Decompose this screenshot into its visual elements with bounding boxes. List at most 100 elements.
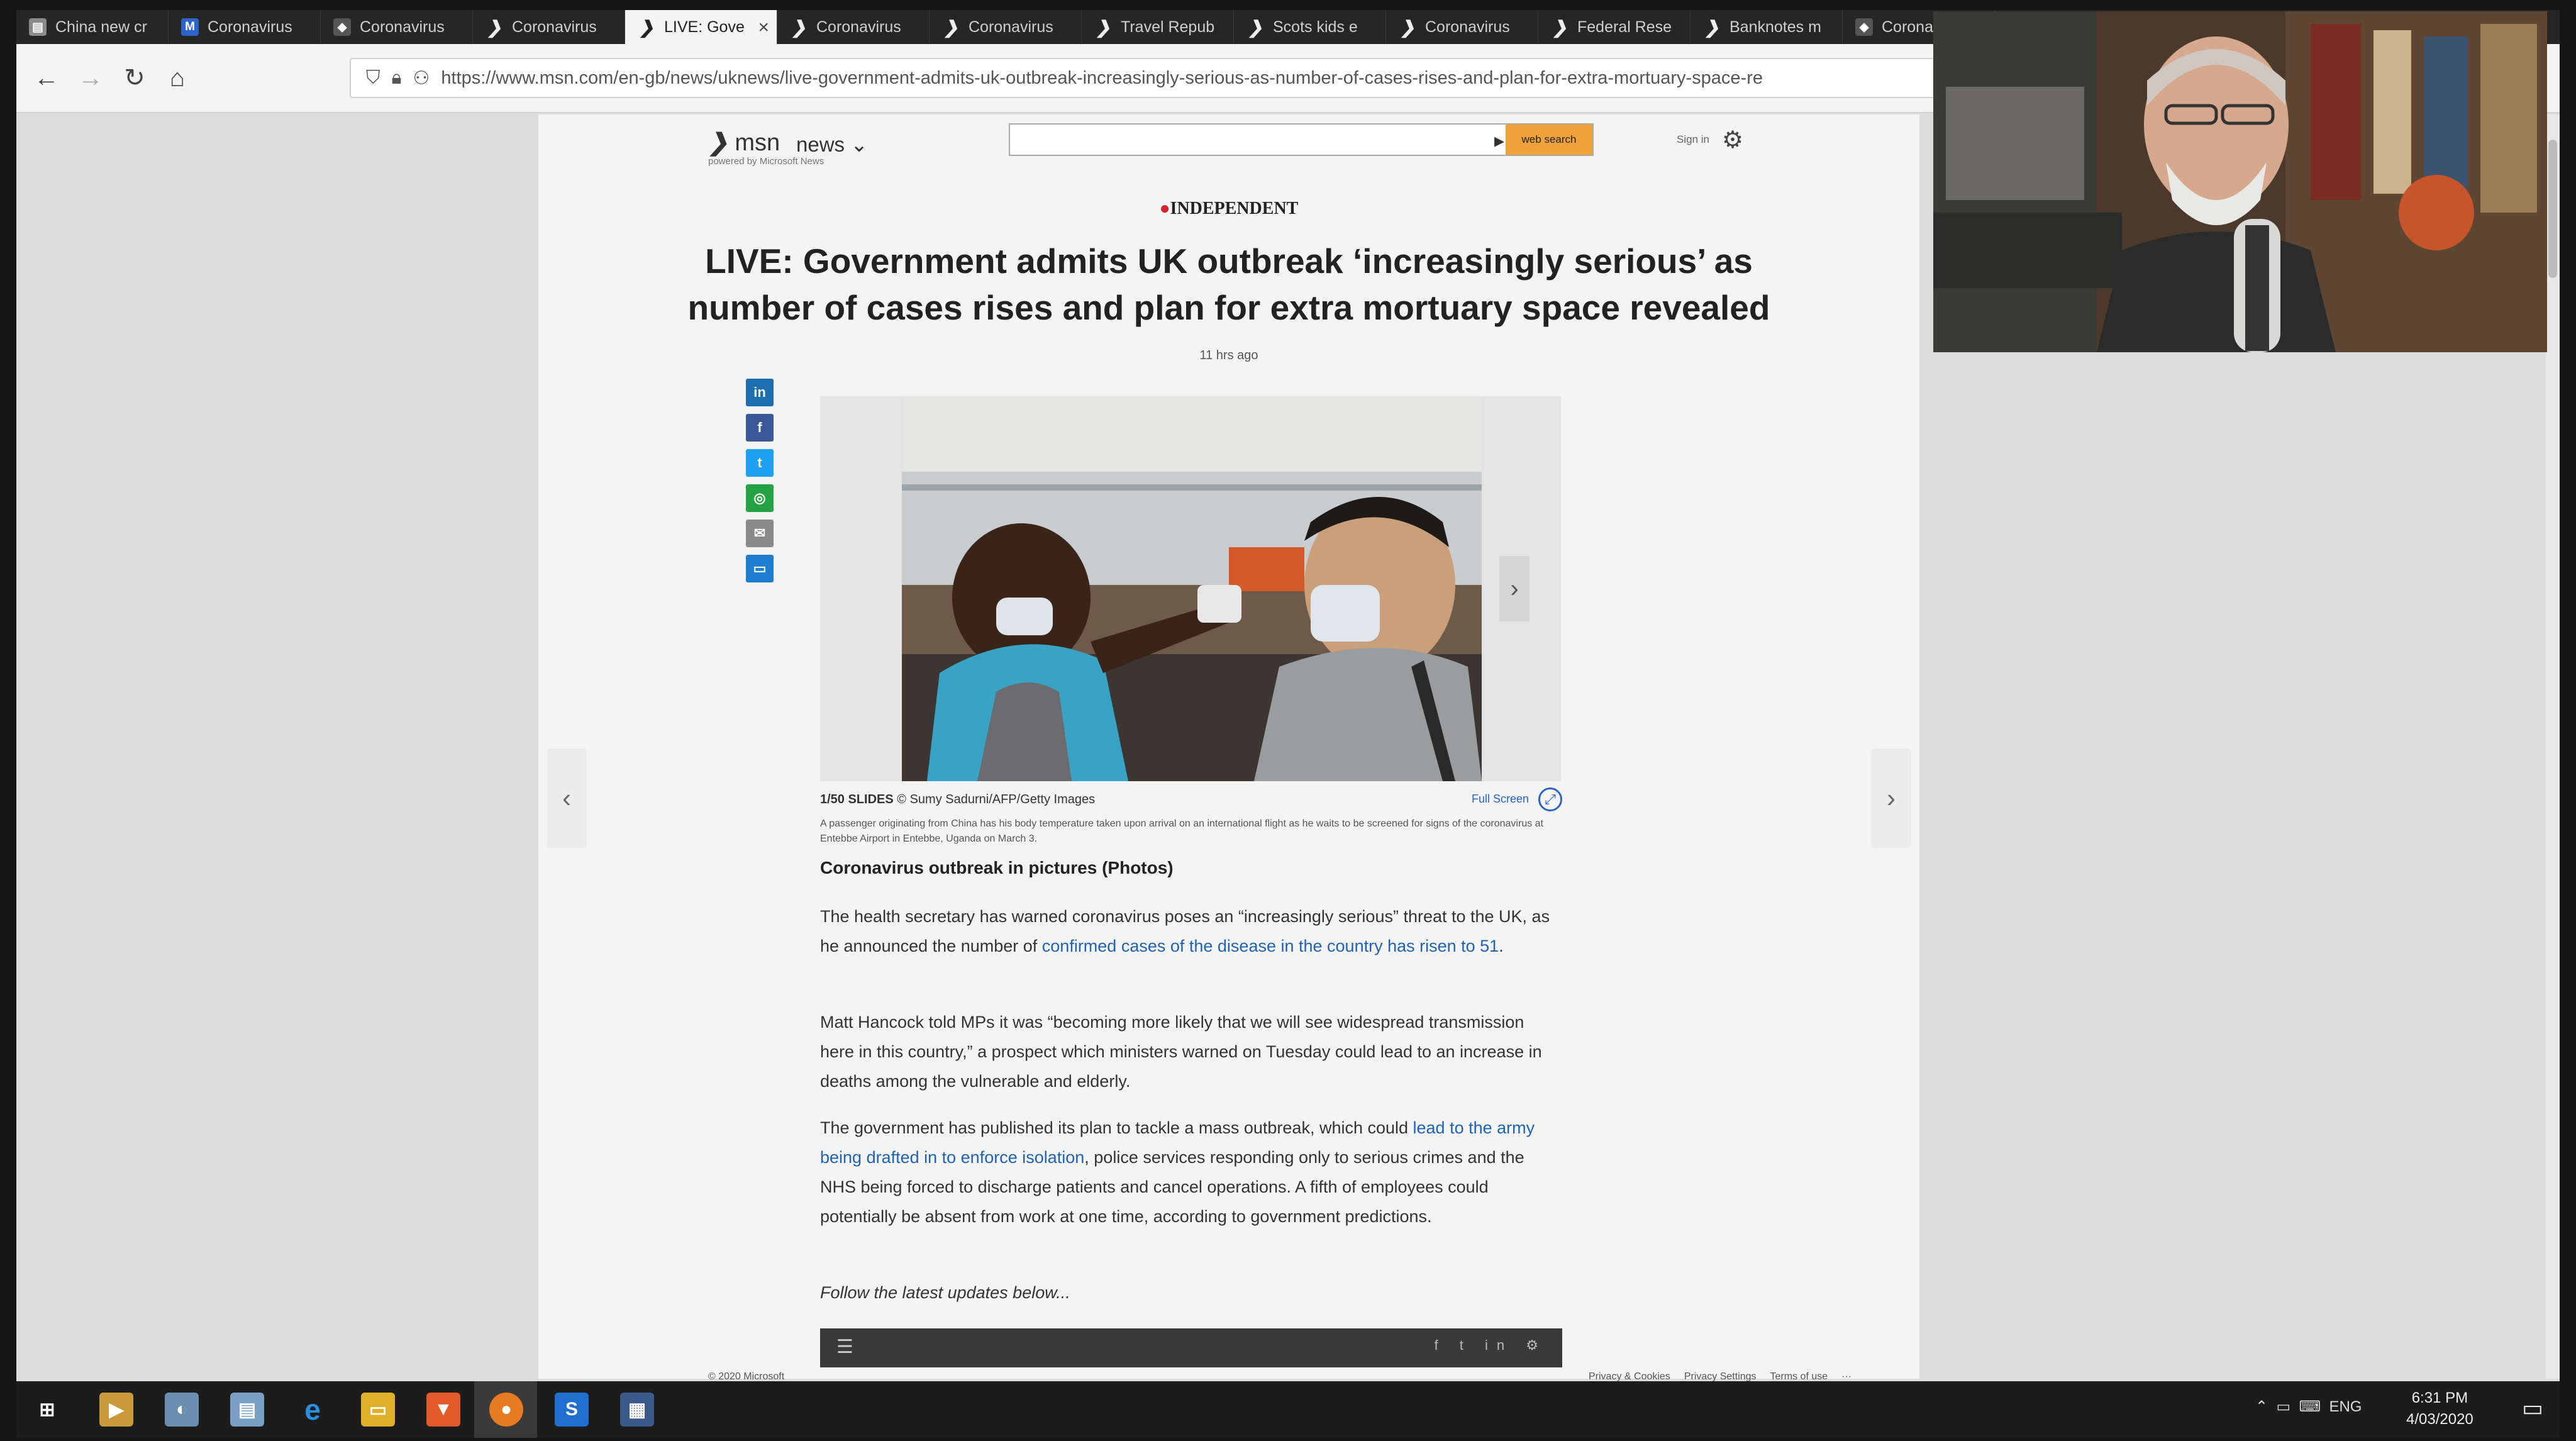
skype-icon[interactable]: S [555,1393,589,1427]
tray-chevron-icon[interactable]: ⌃ [2255,1398,2268,1415]
slide-counter: 1/50 SLIDES © Sumy Sadurni/AFP/Getty Ima… [820,793,1095,807]
menu-icon[interactable]: ☰ [836,1336,853,1358]
browser-tab[interactable]: ▤ China new cr [16,10,169,44]
copyright: © 2020 Microsoft [708,1371,785,1381]
footer-link[interactable]: ··· [1841,1371,1852,1381]
system-tray[interactable]: ⌃ ▭ ⌨ ENG [2255,1398,2362,1416]
msn-icon: ❯ [943,17,958,37]
footer-links: Privacy & Cookies Privacy Settings Terms o… [1589,1371,1865,1381]
tab-label: Coronavirus [969,18,1053,36]
tab-label: Coronav [1882,18,1941,36]
slide-next-button[interactable]: › [1499,556,1530,621]
firefox-icon[interactable]: ● [489,1393,523,1427]
tab-label: Coronavirus [1425,18,1510,36]
next-article-button[interactable]: › [1873,750,1909,847]
browser-tab[interactable]: ❯ Coronavirus [777,10,930,44]
source-logo[interactable]: ●INDEPENDENT [538,199,1919,219]
msn-logo[interactable]: ❯ msn [708,128,780,157]
msn-search-input[interactable]: ▸ web search [1009,123,1594,156]
footer-link[interactable]: Privacy Settings [1684,1371,1757,1381]
file-explorer-icon[interactable]: ▭ [361,1393,395,1427]
scroll-thumb[interactable] [2548,140,2557,278]
address-bar[interactable]: ⛉ 🔒︎ ⚇ https://www.msn.com/en-gb/news/uk… [350,58,1953,98]
brave-icon[interactable]: ▼ [426,1393,460,1427]
clock-time: 6:31 PM [2411,1389,2468,1406]
live-share-icons[interactable]: f t in ⚙ [1435,1337,1547,1354]
previous-article-button[interactable]: ‹ [548,750,585,847]
twitter-icon[interactable]: t [746,449,774,477]
browser-tab[interactable]: ❯ Federal Rese [1538,10,1690,44]
web-search-button[interactable]: web search [1506,125,1592,155]
browser-tab[interactable]: ❯ Coronavirus [930,10,1082,44]
m-icon: M [181,18,199,36]
news-menu-label: news [796,133,845,156]
browser-tab[interactable]: ❯ Coronavirus [1386,10,1538,44]
language-indicator[interactable]: ENG [2329,1398,2362,1415]
clock[interactable]: 6:31 PM 4/03/2020 [2406,1388,2473,1430]
document-icon: ▤ [29,18,47,36]
back-button[interactable]: ← [29,60,64,96]
notification-icon[interactable]: ▭ [2522,1395,2543,1422]
facebook-icon[interactable]: f [746,414,774,442]
footer-link[interactable]: Terms of use [1770,1371,1828,1381]
expand-icon[interactable]: ⤢ [1538,787,1562,811]
gear-icon[interactable]: ⚙ [1722,126,1743,154]
source-name: INDEPENDENT [1170,199,1299,218]
browser-tab[interactable]: ❯ Coronavirus [473,10,625,44]
page-scrollbar[interactable] [2546,114,2560,1379]
photo-credit: © Sumy Sadurni/AFP/Getty Images [897,793,1096,806]
msn-icon: ❯ [1704,17,1719,37]
msn-icon: ❯ [487,17,502,37]
windows-start-icon[interactable]: ⊞ [30,1393,64,1427]
lock-icon[interactable]: 🔒︎ [392,67,402,89]
slideshow-title[interactable]: Coronavirus outbreak in pictures (Photos… [820,858,1174,878]
browser-tab[interactable]: ◆ Coronavirus [321,10,473,44]
close-icon[interactable]: × [758,17,769,38]
tab-label: LIVE: Gove [664,18,745,36]
whatsapp-icon[interactable]: ◎ [746,484,774,512]
task-manager-icon[interactable]: ▦ [620,1393,654,1427]
article-timestamp: 11 hrs ago [1199,348,1258,362]
fullscreen-link[interactable]: Full Screen [1472,793,1529,806]
network-app-icon[interactable]: ◐ [165,1393,199,1427]
network-icon[interactable]: ▭ [2276,1398,2290,1415]
tab-label: Coronavirus [360,18,445,36]
comments-icon[interactable]: ▭ [746,555,774,582]
msn-icon: ❯ [1248,17,1263,37]
footer-link[interactable]: Privacy & Cookies [1589,1371,1670,1381]
browser-tab[interactable]: ❯ LIVE: Gove × [625,10,777,44]
browser-tab[interactable]: M Coronavirus [169,10,321,44]
browser-tab[interactable]: ❯ Travel Repub [1082,10,1234,44]
permissions-icon[interactable]: ⚇ [413,67,430,89]
reload-button[interactable]: ↻ [117,60,152,96]
linkedin-icon[interactable]: in [746,379,774,406]
tab-label: Federal Rese [1577,18,1672,36]
tab-label: Scots kids e [1273,18,1358,36]
email-icon[interactable]: ✉ [746,520,774,547]
browser-tab[interactable]: ❯ Scots kids e [1234,10,1386,44]
article-paragraph-1: The health secretary has warned coronavi… [820,902,1562,961]
news-menu[interactable]: news ⌄ [796,132,868,157]
slide-caption: A passenger originating from China has h… [820,818,1543,844]
slide-count: 1/50 SLIDES [820,793,894,806]
photo-slideshow[interactable]: › [820,396,1561,781]
url-text: https://www.msn.com/en-gb/news/uknews/li… [441,67,1763,88]
keyboard-icon[interactable]: ⌨ [2299,1398,2321,1415]
slide-photo[interactable] [902,396,1482,781]
edge-icon[interactable]: e [296,1393,330,1427]
bing-icon: ▸ [1494,129,1504,152]
msn-icon: ❯ [1096,17,1111,37]
browser-tab[interactable]: ❯ Banknotes m [1690,10,1843,44]
sign-in-link[interactable]: Sign in [1677,133,1709,146]
forward-button[interactable]: → [73,60,108,96]
home-button[interactable]: ⌂ [160,60,195,96]
media-player-icon[interactable]: ▶ [99,1393,133,1427]
cases-link[interactable]: confirmed cases of the disease in the co… [1042,937,1499,955]
shield-icon[interactable]: ⛉ [366,67,380,89]
article-headline: LIVE: Government admits UK outbreak ‘inc… [687,242,1770,327]
tab-label: Travel Repub [1121,18,1215,36]
notepad-icon[interactable]: ▤ [230,1393,264,1427]
dark-icon: ◆ [1855,18,1873,36]
msn-icon: ❯ [791,17,806,37]
tab-label: Banknotes m [1729,18,1821,36]
